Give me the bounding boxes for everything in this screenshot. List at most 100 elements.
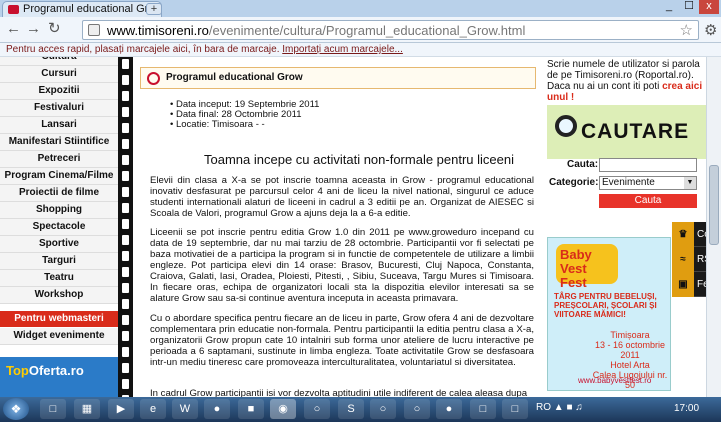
film-hole <box>122 187 129 197</box>
search-label: Cauta: <box>567 159 599 170</box>
feed-icon: ▣ <box>672 272 694 297</box>
menu-spacer <box>0 304 118 311</box>
film-hole <box>122 299 129 309</box>
sidebar-item[interactable]: Spectacole <box>0 219 118 236</box>
trophy-icon: ♛ <box>672 222 694 247</box>
social-rss[interactable]: ≈RSS <box>672 247 706 272</box>
film-hole <box>122 107 129 117</box>
sidebar-item[interactable]: Targuri <box>0 253 118 270</box>
taskbar-app6-icon[interactable]: ● <box>436 399 462 419</box>
topoferta-banner[interactable]: TopOferta.ro <box>0 357 118 397</box>
sidebar-item[interactable]: Expozitii <box>0 83 118 100</box>
sidebar-item[interactable]: Shopping <box>0 202 118 219</box>
tab-active[interactable]: Programul educational Grow x <box>2 1 162 17</box>
sidebar-item[interactable]: Workshop <box>0 287 118 304</box>
page-icon <box>88 24 100 36</box>
film-hole <box>122 219 129 229</box>
film-hole <box>122 315 129 325</box>
social-feed[interactable]: ▣Feed <box>672 272 706 297</box>
banner-rest: Oferta.ro <box>28 363 84 378</box>
search-banner: CAUTARE <box>547 105 706 159</box>
sidebar-item[interactable]: Petreceri <box>0 151 118 168</box>
social-bar: ♛Con ≈RSS ▣Feed <box>672 222 706 300</box>
paragraph-3: Cu o abordare specifica pentru fiecare a… <box>150 313 534 368</box>
babyvestfest-ad[interactable]: Baby Vest Fest TÂRG PENTRU BEBELUȘI, PRE… <box>547 237 671 391</box>
taskbar-app5-icon[interactable]: ○ <box>404 399 430 419</box>
reload-icon[interactable]: ↻ <box>48 21 61 37</box>
webmaster-link[interactable]: Pentru webmasteri <box>0 311 118 328</box>
language-indicator[interactable]: RO <box>536 402 551 413</box>
url-host: www.timisoreni.ro <box>107 23 209 38</box>
film-hole <box>122 59 129 69</box>
maximize-button[interactable]: ☐ <box>680 0 698 14</box>
start-button[interactable]: ❖ <box>3 398 29 420</box>
sidebar-item[interactable]: Lansari <box>0 117 118 134</box>
film-hole <box>122 91 129 101</box>
category-select[interactable]: Evenimente ▼ <box>599 176 697 190</box>
address-bar[interactable]: www.timisoreni.ro/evenimente/cultura/Pro… <box>82 20 699 40</box>
scrollbar-thumb[interactable] <box>709 165 719 245</box>
close-window-button[interactable]: x <box>699 0 719 14</box>
film-hole <box>122 155 129 165</box>
sidebar-item[interactable]: Cultura <box>0 57 118 66</box>
taskbar-app4-icon[interactable]: ○ <box>370 399 396 419</box>
film-hole <box>122 171 129 181</box>
film-hole <box>122 267 129 277</box>
clock[interactable]: 17:00 <box>674 403 699 414</box>
sidebar-item[interactable]: Cursuri <box>0 66 118 83</box>
taskbar-explorer-icon[interactable]: □ <box>40 399 66 419</box>
film-hole <box>122 347 129 357</box>
social-feed-label: Feed <box>697 279 706 290</box>
ad-brand: Baby Vest Fest <box>556 244 618 290</box>
taskbar-app7-icon[interactable]: □ <box>470 399 496 419</box>
film-hole <box>122 251 129 261</box>
category-menu: CulturaCursuriExpozitiiFestivaluriLansar… <box>0 57 118 345</box>
film-hole <box>122 75 129 85</box>
taskbar-app2-icon[interactable]: ■ <box>238 399 264 419</box>
sidebar-item[interactable]: Program Cinema/Filme <box>0 168 118 185</box>
social-connect[interactable]: ♛Con <box>672 222 706 247</box>
article-heading: Toamna incepe cu activitati non-formale … <box>204 152 515 167</box>
vertical-scrollbar[interactable] <box>706 57 721 397</box>
search-input[interactable] <box>599 158 697 172</box>
ad-venue: Hotel Arta <box>610 360 650 370</box>
sidebar-item[interactable]: Proiectii de filme <box>0 185 118 202</box>
taskbar-app3-icon[interactable]: ○ <box>304 399 330 419</box>
taskbar-folder-icon[interactable]: ▦ <box>74 399 100 419</box>
paragraph-1: Elevii din clasa a X-a se pot inscrie to… <box>150 175 534 219</box>
tab-bar: Programul educational Grow x + _ ☐ x <box>0 0 721 17</box>
film-hole <box>122 363 129 373</box>
category-label: Categorie: <box>549 177 599 188</box>
sidebar-item[interactable]: Manifestari Stiintifice <box>0 134 118 151</box>
taskbar-ie-icon[interactable]: e <box>140 399 166 419</box>
minimize-button[interactable]: _ <box>660 0 678 14</box>
browser-toolbar: ← → ↻ www.timisoreni.ro/evenimente/cultu… <box>0 17 721 43</box>
forward-arrow-icon[interactable]: → <box>26 21 41 37</box>
taskbar-word-icon[interactable]: W <box>172 399 198 419</box>
taskbar-app8-icon[interactable]: □ <box>502 399 528 419</box>
wrench-icon[interactable]: ⚙ <box>704 21 717 39</box>
login-text: Scrie numele de utilizator si parola de … <box>547 59 706 103</box>
ad-tagline: TÂRG PENTRU BEBELUȘI, PREȘCOLARI, ȘCOLAR… <box>554 292 657 319</box>
social-connect-label: Con <box>697 229 706 240</box>
sidebar-item[interactable]: Teatru <box>0 270 118 287</box>
search-banner-title: CAUTARE <box>581 120 690 143</box>
bookmark-star-icon[interactable]: ☆ <box>680 21 693 39</box>
film-hole <box>122 123 129 133</box>
taskbar-chrome-icon[interactable]: ◉ <box>270 399 296 419</box>
event-icon <box>147 72 160 85</box>
article-title: Programul educational Grow <box>166 72 303 83</box>
chevron-down-icon[interactable]: ▼ <box>684 177 696 189</box>
new-tab-button[interactable]: + <box>146 3 162 15</box>
search-button[interactable]: Cauta <box>599 194 697 208</box>
sidebar-item[interactable]: Festivaluri <box>0 100 118 117</box>
taskbar-media-icon[interactable]: ▶ <box>108 399 134 419</box>
system-tray: RO ▲ ■ ♫ <box>536 402 583 413</box>
widget-link[interactable]: Widget evenimente <box>0 328 118 345</box>
paragraph-4: In cadrul Grow participantii isi vor dez… <box>150 388 528 397</box>
taskbar-app-icon[interactable]: ● <box>204 399 230 419</box>
taskbar-skype-icon[interactable]: S <box>338 399 364 419</box>
sidebar-item[interactable]: Sportive <box>0 236 118 253</box>
back-arrow-icon[interactable]: ← <box>6 21 21 37</box>
import-bookmarks-link[interactable]: Importați acum marcajele... <box>282 44 403 55</box>
